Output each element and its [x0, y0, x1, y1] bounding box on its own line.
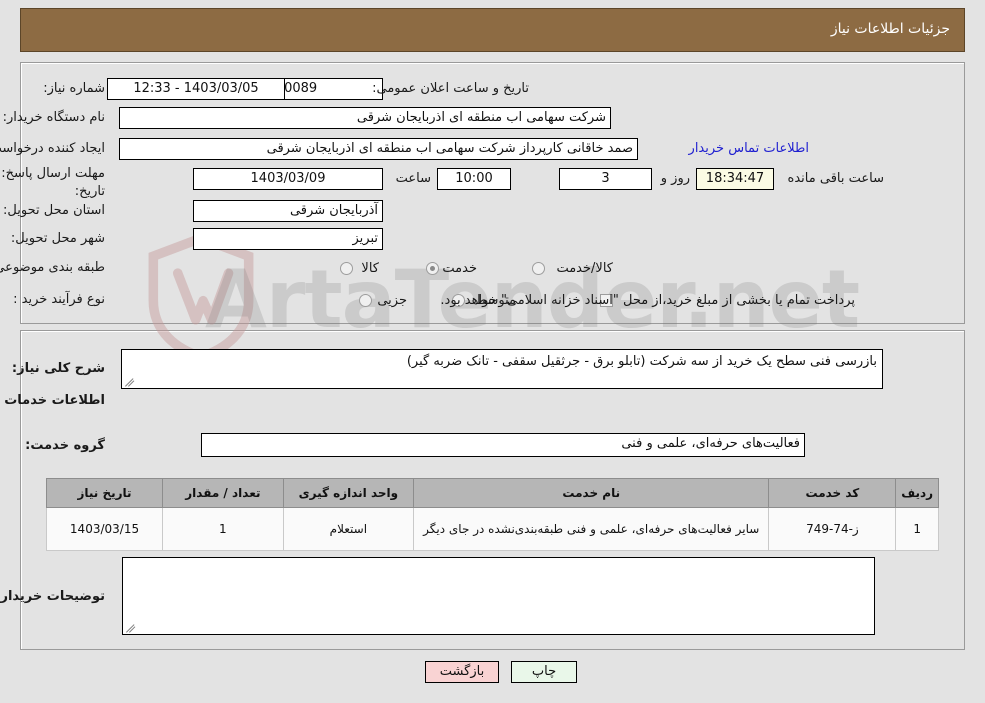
deadline-time-value: 10:00 [437, 168, 511, 190]
remaining-days-value: 3 [559, 168, 652, 190]
resize-grip-icon-notes[interactable] [125, 621, 137, 633]
deadline-label-line1: مهلت ارسال پاسخ: تا [0, 166, 105, 181]
cell-service-name: سایر فعالیت‌های حرفه‌ای، علمی و فنی طبقه… [413, 507, 770, 551]
cell-unit: استعلام [282, 507, 415, 551]
radio-category-khedmat-label: خدمت [442, 261, 477, 276]
need-number-label: شماره نیاز: [43, 81, 105, 96]
requester-label: ایجاد کننده درخواست: [0, 141, 105, 156]
service-group-label: گروه خدمت: [25, 438, 105, 453]
radio-category-kala[interactable] [340, 262, 353, 275]
radio-category-kala-khedmat-label: کالا/خدمت [556, 261, 613, 276]
buyer-notes-label: توضیحات خریدار: [0, 589, 105, 604]
services-table: ردیف کد خدمت نام خدمت واحد اندازه گیری ت… [45, 478, 939, 551]
deadline-label-line2: تاریخ: [74, 184, 105, 199]
col-service-code: کد خدمت [768, 478, 897, 508]
service-group-value: فعالیت‌های حرفه‌ای، علمی و فنی [201, 433, 805, 457]
col-need-date: تاریخ نیاز [45, 478, 164, 508]
process-label: نوع فرآیند خرید : [13, 292, 105, 307]
table-header-row: ردیف کد خدمت نام خدمت واحد اندازه گیری ت… [45, 478, 939, 508]
cell-row-no: 1 [895, 507, 939, 551]
back-button[interactable]: بازگشت [425, 661, 499, 683]
radio-category-kala-label: کالا [361, 261, 379, 276]
radio-process-jozi[interactable] [359, 294, 372, 307]
resize-grip-icon[interactable] [124, 375, 136, 387]
general-desc-label: شرح کلی نیاز: [11, 361, 105, 376]
countdown-value: 18:34:47 [696, 168, 774, 190]
cell-need-date: 1403/03/15 [45, 507, 164, 551]
general-desc-text: بازرسی فنی سطح یک خرید از سه شرکت (تابلو… [406, 354, 877, 369]
col-unit: واحد اندازه گیری [282, 478, 415, 508]
print-button[interactable]: چاپ [511, 661, 577, 683]
radio-process-jozi-label: جزیی [377, 293, 407, 308]
page-header: جزئیات اطلاعات نیاز [20, 8, 965, 52]
services-section-title: اطلاعات خدمات مورد نیاز [0, 393, 105, 408]
need-summary-panel [20, 62, 965, 324]
cell-quantity: 1 [162, 507, 284, 551]
buyer-notes-value[interactable] [122, 557, 875, 635]
col-row-no: ردیف [895, 478, 939, 508]
category-label: طبقه بندی موضوعی: [0, 260, 105, 275]
cell-service-code: ز-74-749 [768, 507, 897, 551]
buyer-org-value: شرکت سهامی اب منطقه ای اذربایجان شرقی [119, 107, 611, 129]
public-announce-value: 1403/03/05 - 12:33 [107, 78, 285, 100]
city-value: تبریز [193, 228, 383, 250]
hour-label: ساعت [395, 171, 431, 186]
col-quantity: تعداد / مقدار [162, 478, 284, 508]
buyer-contact-link[interactable]: اطلاعات تماس خریدار [689, 141, 809, 156]
radio-category-kala-khedmat[interactable] [532, 262, 545, 275]
days-label: روز و [660, 171, 690, 186]
buyer-org-label: نام دستگاه خریدار: [2, 110, 105, 125]
table-row: 1 ز-74-749 سایر فعالیت‌های حرفه‌ای، علمی… [45, 507, 939, 551]
city-label: شهر محل تحویل: [10, 231, 105, 246]
deadline-date-value: 1403/03/09 [193, 168, 383, 190]
requester-value: صمد خاقانی کارپرداز شرکت سهامی اب منطقه … [119, 138, 638, 160]
payment-checkbox-label: پرداخت تمام یا بخشی از مبلغ خرید،از محل … [440, 293, 855, 308]
countdown-label: ساعت باقی مانده [787, 171, 884, 186]
province-label: استان محل تحویل: [3, 203, 105, 218]
page-title: جزئیات اطلاعات نیاز [830, 21, 950, 37]
radio-category-khedmat[interactable] [426, 262, 439, 275]
page-root: ArtaTender.net جزئیات اطلاعات نیاز شماره… [0, 0, 985, 703]
col-service-name: نام خدمت [413, 478, 770, 508]
general-desc-value: بازرسی فنی سطح یک خرید از سه شرکت (تابلو… [121, 349, 883, 389]
province-value: آذربایجان شرقی [193, 200, 383, 222]
public-announce-label: تاریخ و ساعت اعلان عمومی: [372, 81, 529, 96]
